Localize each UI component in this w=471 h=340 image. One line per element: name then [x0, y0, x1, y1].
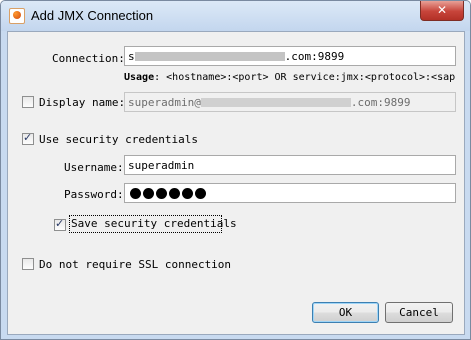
save-credentials-label: Save security credentials — [71, 217, 237, 230]
dialog-title: Add JMX Connection — [31, 8, 154, 23]
app-icon — [9, 8, 25, 24]
username-input[interactable]: superadmin — [124, 155, 456, 175]
use-security-label: Use security credentials — [39, 133, 198, 146]
ok-button[interactable]: OK — [312, 302, 379, 323]
connection-input[interactable]: s .com:9899 — [124, 46, 456, 66]
connection-label: Connection: — [52, 52, 125, 65]
use-security-checkbox[interactable] — [22, 131, 34, 145]
no-ssl-checkbox[interactable] — [22, 258, 34, 270]
usage-text: : <hostname>:<port> OR service:jmx:<prot… — [154, 72, 456, 83]
connection-value-prefix: s — [128, 50, 135, 63]
display-name-value-redacted — [200, 97, 351, 107]
display-name-input[interactable]: superadmin@ .com:9899 — [124, 92, 456, 112]
password-dot — [130, 188, 141, 199]
connection-value-suffix: .com:9899 — [284, 50, 345, 63]
password-dot — [182, 188, 193, 199]
password-dot — [143, 188, 154, 199]
password-dot — [195, 188, 206, 199]
display-name-value-suffix: .com:9899 — [350, 96, 411, 109]
no-ssl-label: Do not require SSL connection — [39, 258, 232, 271]
connection-value-redacted — [134, 51, 285, 61]
close-button[interactable]: ✕ — [420, 1, 464, 21]
display-name-value-prefix: superadmin@ — [128, 96, 201, 109]
title-bar[interactable]: Add JMX Connection ✕ — [1, 1, 470, 31]
dialog-content: Connection: s .com:9899 Usage: <hostname>… — [7, 31, 465, 335]
username-label: Username: — [64, 161, 124, 174]
cancel-button[interactable]: Cancel — [385, 302, 453, 323]
password-input[interactable] — [124, 183, 456, 203]
display-name-checkbox[interactable] — [22, 96, 34, 108]
usage-hint: Usage: <hostname>:<port> OR service:jmx:… — [124, 72, 464, 83]
password-dot — [156, 188, 167, 199]
password-label: Password: — [64, 188, 124, 201]
close-icon: ✕ — [436, 3, 448, 17]
dialog-window: Add JMX Connection ✕ Connection: s .com:9… — [0, 0, 471, 340]
usage-label: Usage — [124, 72, 155, 83]
password-mask — [130, 188, 206, 199]
display-name-label: Display name: — [39, 96, 126, 109]
save-credentials-checkbox[interactable] — [54, 217, 66, 231]
password-dot — [169, 188, 180, 199]
